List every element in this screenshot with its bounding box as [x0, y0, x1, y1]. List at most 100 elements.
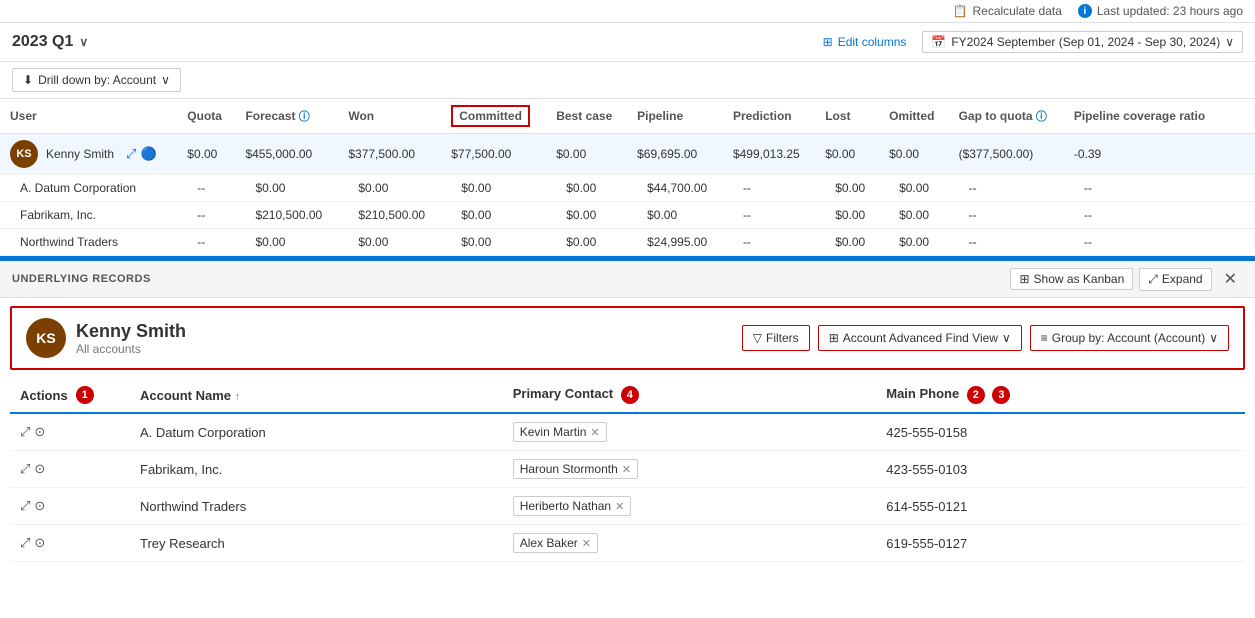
badge-2: 2	[967, 386, 985, 404]
contact-tag-3: Alex Baker ✕	[513, 533, 598, 553]
col-actions: Actions 1	[10, 378, 130, 413]
drill-icon: ⬇	[23, 73, 33, 87]
open-record-icon-0[interactable]: ⤢	[20, 424, 30, 440]
col-quota: Quota	[177, 99, 235, 134]
account-name-1: Fabrikam, Inc.	[130, 451, 503, 488]
filters-label: Filters	[766, 331, 799, 345]
sub-user-0: A. Datum Corporation	[20, 181, 136, 195]
main-quota: $0.00	[177, 134, 235, 175]
drill-down-button[interactable]: ⬇ Drill down by: Account ∨	[12, 68, 181, 92]
nav-up-icon[interactable]: 🔵	[140, 146, 156, 162]
account-name-2: Northwind Traders	[130, 488, 503, 525]
account-name-0: A. Datum Corporation	[130, 413, 503, 451]
expand-label: Expand	[1162, 272, 1203, 286]
contact-name-2: Heriberto Nathan	[520, 499, 611, 513]
open-record-icon-2[interactable]: ⤢	[20, 498, 30, 514]
edit-columns-icon: ⊞	[823, 35, 833, 49]
contact-cell-2: Heriberto Nathan ✕	[503, 488, 877, 525]
account-name-3: Trey Research	[130, 525, 503, 562]
record-row-3: ⤢ ⊙ Trey Research Alex Baker ✕ 619-555-0…	[10, 525, 1245, 562]
main-user-cell: KS Kenny Smith ⤢ 🔵	[0, 134, 177, 175]
remove-contact-1[interactable]: ✕	[622, 463, 631, 476]
show-as-kanban-button[interactable]: ⊞ Show as Kanban	[1010, 268, 1133, 290]
record-row-2: ⤢ ⊙ Northwind Traders Heriberto Nathan ✕…	[10, 488, 1245, 525]
period-label: 2023 Q1	[12, 33, 73, 51]
expand-button[interactable]: ⤢ Expand	[1139, 268, 1211, 291]
remove-contact-3[interactable]: ✕	[582, 537, 591, 550]
more-actions-icon-1[interactable]: ⊙	[34, 461, 45, 477]
underlying-section: UNDERLYING RECORDS ⊞ Show as Kanban ⤢ Ex…	[0, 259, 1255, 562]
underlying-header: UNDERLYING RECORDS ⊞ Show as Kanban ⤢ Ex…	[0, 261, 1255, 298]
sub-user-2: Northwind Traders	[20, 235, 118, 249]
col-primary-contact: Primary Contact 4	[503, 378, 877, 413]
records-table: Actions 1 Account Name ↑ Primary Contact…	[10, 378, 1245, 562]
info-icon: i	[1078, 4, 1092, 18]
more-actions-icon-2[interactable]: ⊙	[34, 498, 45, 514]
edit-columns-button[interactable]: ⊞ Edit columns	[823, 35, 907, 49]
main-omitted: $0.00	[879, 134, 949, 175]
phone-1: 423-555-0103	[876, 451, 1245, 488]
drill-bar: ⬇ Drill down by: Account ∨	[0, 62, 1255, 99]
drill-label: Drill down by: Account	[38, 73, 156, 87]
actions-cell-2: ⤢ ⊙	[10, 488, 130, 525]
badge-3: 3	[992, 386, 1010, 404]
col-forecast: Forecast ⓘ	[235, 99, 338, 134]
contact-tag-1: Haroun Stormonth ✕	[513, 459, 638, 479]
main-prediction: $499,013.25	[723, 134, 815, 175]
filters-button[interactable]: ▽ Filters	[742, 325, 810, 351]
col-account-name[interactable]: Account Name ↑	[130, 378, 503, 413]
phone-0: 425-555-0158	[876, 413, 1245, 451]
remove-contact-2[interactable]: ✕	[615, 500, 624, 513]
more-actions-icon-0[interactable]: ⊙	[34, 424, 45, 440]
advanced-find-icon: ⊞	[829, 331, 839, 345]
header-row: 2023 Q1 ∨ ⊞ Edit columns 📅 FY2024 Septem…	[0, 23, 1255, 62]
group-by-button[interactable]: ≡ Group by: Account (Account) ∨	[1030, 325, 1229, 351]
advanced-find-button[interactable]: ⊞ Account Advanced Find View ∨	[818, 325, 1022, 351]
remove-contact-0[interactable]: ✕	[590, 426, 599, 439]
col-pipeline: Pipeline	[627, 99, 723, 134]
expand-user-icon[interactable]: ⤢	[126, 146, 136, 162]
record-row-0: ⤢ ⊙ A. Datum Corporation Kevin Martin ✕ …	[10, 413, 1245, 451]
filter-icon: ▽	[753, 331, 762, 345]
col-won: Won	[338, 99, 441, 134]
fy-range-button[interactable]: 📅 FY2024 September (Sep 01, 2024 - Sep 3…	[922, 31, 1243, 53]
open-record-icon-3[interactable]: ⤢	[20, 535, 30, 551]
ks-sub: All accounts	[76, 342, 186, 356]
contact-name-0: Kevin Martin	[520, 425, 587, 439]
contact-name-1: Haroun Stormonth	[520, 462, 618, 476]
expand-icon: ⤢	[1148, 272, 1158, 287]
contact-cell-0: Kevin Martin ✕	[503, 413, 877, 451]
ks-name: Kenny Smith	[76, 321, 186, 342]
period-selector[interactable]: 2023 Q1 ∨	[12, 33, 88, 51]
ks-right: ▽ Filters ⊞ Account Advanced Find View ∨…	[742, 325, 1229, 351]
header-actions: ⊞ Edit columns 📅 FY2024 September (Sep 0…	[823, 31, 1243, 53]
calendar-icon: 📅	[931, 35, 946, 49]
recalculate-label: Recalculate data	[972, 4, 1061, 18]
ks-avatar: KS	[26, 318, 66, 358]
actions-cell-0: ⤢ ⊙	[10, 413, 130, 451]
contact-cell-3: Alex Baker ✕	[503, 525, 877, 562]
phone-3: 619-555-0127	[876, 525, 1245, 562]
sub-row-0: A. Datum Corporation -- $0.00 $0.00 $0.0…	[0, 175, 1255, 202]
col-user: User	[0, 99, 177, 134]
close-underlying-button[interactable]: ✕	[1218, 267, 1243, 291]
contact-cell-1: Haroun Stormonth ✕	[503, 451, 877, 488]
record-row-1: ⤢ ⊙ Fabrikam, Inc. Haroun Stormonth ✕ 42…	[10, 451, 1245, 488]
more-actions-icon-3[interactable]: ⊙	[34, 535, 45, 551]
ks-info: Kenny Smith All accounts	[76, 321, 186, 356]
recalc-icon: 📋	[953, 4, 968, 18]
drill-chevron-icon: ∨	[161, 73, 170, 87]
underlying-title: UNDERLYING RECORDS	[12, 273, 151, 285]
actions-cell-3: ⤢ ⊙	[10, 525, 130, 562]
col-gap: Gap to quota ⓘ	[949, 99, 1064, 134]
main-committed: $77,500.00	[441, 134, 546, 175]
underlying-header-actions: ⊞ Show as Kanban ⤢ Expand ✕	[1010, 267, 1243, 291]
col-pipeline-ratio: Pipeline coverage ratio	[1064, 99, 1225, 134]
col-main-phone: Main Phone 2 3	[876, 378, 1245, 413]
open-record-icon-1[interactable]: ⤢	[20, 461, 30, 477]
forecast-table-wrap: User Quota Forecast ⓘ Won Committed Best…	[0, 99, 1255, 259]
kenny-name: Kenny Smith	[46, 147, 114, 161]
recalculate-item[interactable]: 📋 Recalculate data	[953, 4, 1062, 18]
sub-row-2: Northwind Traders -- $0.00 $0.00 $0.00 $…	[0, 229, 1255, 256]
badge-1: 1	[76, 386, 94, 404]
